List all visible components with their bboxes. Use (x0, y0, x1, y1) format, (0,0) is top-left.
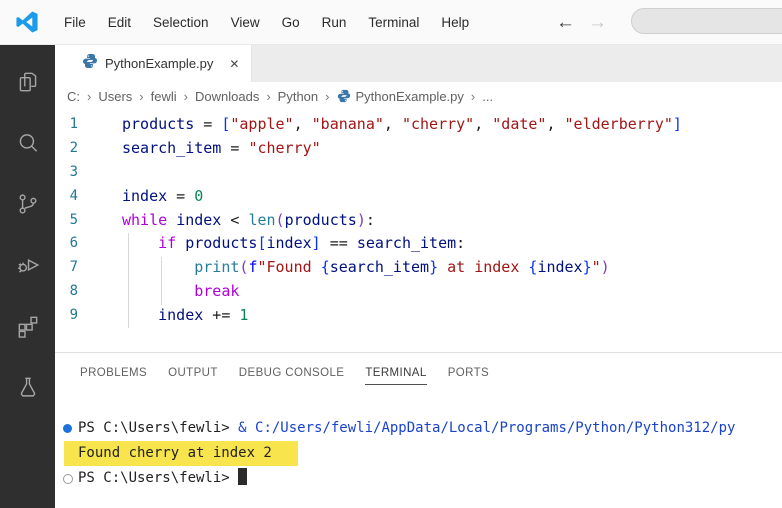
line-number: 8 (69, 283, 78, 300)
panel-tabs: PROBLEMS OUTPUT DEBUG CONSOLE TERMINAL PORTS (55, 353, 782, 385)
terminal-line: PS C:\Users\fewli> (55, 466, 782, 491)
breadcrumb-item[interactable]: C: (67, 89, 80, 104)
line-number: 3 (69, 163, 78, 180)
code-line: 3 (55, 161, 782, 185)
forward-arrow-icon[interactable]: → (588, 12, 607, 34)
panel-tab-problems[interactable]: PROBLEMS (80, 367, 147, 385)
line-number: 4 (69, 187, 78, 204)
menu-run[interactable]: Run (311, 10, 358, 35)
explorer-icon[interactable] (0, 51, 55, 112)
code-line: 5 while index < len(products): (55, 209, 782, 233)
code-line: 1 products = ["apple", "banana", "cherry"… (55, 113, 782, 137)
close-icon[interactable]: ✕ (229, 57, 239, 71)
panel-tab-output[interactable]: OUTPUT (168, 367, 218, 385)
code-line: 8 break (55, 280, 782, 304)
command-decoration-hollow[interactable] (63, 474, 73, 484)
chevron-right-icon: › (139, 88, 144, 104)
history-nav: ← → (556, 0, 607, 45)
terminal-line: Found cherry at index 2 (55, 441, 782, 466)
menu-bar: File Edit Selection View Go Run Terminal Help (53, 10, 480, 35)
command-decoration-filled[interactable] (63, 424, 72, 433)
activity-bar (0, 45, 55, 508)
breadcrumb-label: Python (277, 88, 319, 104)
menu-selection[interactable]: Selection (142, 10, 220, 35)
code-text: while index < len(products): (122, 210, 375, 229)
code-line: 6 if products[index] == search_item: (55, 232, 782, 256)
menu-view[interactable]: View (220, 10, 271, 35)
line-number: 9 (69, 307, 78, 324)
breadcrumb-label: fewli (150, 88, 177, 104)
breadcrumb-item[interactable]: Python (278, 89, 318, 104)
menu-file[interactable]: File (53, 10, 97, 35)
code-text: search_item = "cherry" (122, 138, 321, 157)
code-line: 4 index = 0 (55, 185, 782, 209)
vscode-logo-icon (16, 11, 38, 33)
breadcrumb-label: Downloads (195, 88, 260, 104)
breadcrumb: C: › Users › fewli › Downloads › Python › PythonE… (55, 82, 782, 110)
run-debug-icon[interactable] (0, 234, 55, 295)
python-icon (337, 89, 350, 103)
chevron-right-icon: › (87, 88, 92, 104)
indent-guide (161, 257, 162, 305)
breadcrumb-item[interactable]: PythonExample.py (337, 89, 464, 104)
code-text: index += 1 (158, 306, 249, 325)
line-number: 2 (69, 139, 78, 156)
menu-go[interactable]: Go (271, 10, 311, 35)
line-number: 1 (69, 116, 78, 132)
line-number: 6 (69, 235, 78, 252)
breadcrumb-item[interactable]: ... (482, 89, 493, 104)
code-line: 2 search_item = "cherry" (55, 137, 782, 161)
terminal[interactable]: PS C:\Users\fewli> & C:/Users/fewli/AppD… (55, 416, 782, 508)
terminal-cursor (238, 468, 248, 485)
tab-label: PythonExample.py (105, 56, 214, 71)
highlighted-output: Found cherry at index 2 (64, 441, 298, 466)
line-number: 7 (69, 259, 78, 276)
chevron-right-icon: › (183, 88, 188, 104)
menu-help[interactable]: Help (430, 10, 480, 35)
breadcrumb-label: C: (67, 88, 80, 104)
code-line: 7 print(f"Found {search_item} at index {… (55, 256, 782, 280)
breadcrumb-item[interactable]: Users (98, 89, 132, 104)
chevron-right-icon: › (470, 88, 476, 104)
code-text: if products[index] == search_item: (158, 234, 466, 253)
menu-terminal[interactable]: Terminal (357, 10, 430, 35)
python-icon (82, 53, 98, 74)
back-arrow-icon[interactable]: ← (556, 12, 575, 34)
terminal-line: PS C:\Users\fewli> & C:/Users/fewli/AppD… (55, 416, 782, 441)
chevron-right-icon: › (325, 88, 330, 104)
extensions-icon[interactable] (0, 295, 55, 356)
search-icon[interactable] (0, 112, 55, 173)
source-control-icon[interactable] (0, 173, 55, 234)
code-text: products = ["apple", "banana", "cherry",… (122, 115, 682, 133)
breadcrumb-label: Users (98, 88, 133, 104)
command-search-box[interactable] (631, 8, 782, 34)
panel-tab-debug-console[interactable]: DEBUG CONSOLE (239, 367, 345, 385)
bottom-panel: PROBLEMS OUTPUT DEBUG CONSOLE TERMINAL PORTS… (55, 352, 782, 508)
code-text: print(f"Found {search_item} at index {in… (194, 258, 610, 277)
editor-tab-strip: PythonExample.py ✕ (55, 45, 782, 82)
title-bar: File Edit Selection View Go Run Terminal Help ←… (0, 0, 782, 45)
panel-tab-terminal[interactable]: TERMINAL (365, 367, 427, 385)
code-line: 9 index += 1 (55, 304, 782, 328)
code-text: break (194, 282, 240, 301)
breadcrumb-label: ... (482, 88, 494, 104)
line-number: 5 (69, 211, 78, 228)
breadcrumb-item[interactable]: Downloads (195, 89, 259, 104)
menu-edit[interactable]: Edit (97, 10, 142, 35)
chevron-right-icon: › (266, 88, 271, 104)
breadcrumb-label: PythonExample.py (355, 88, 464, 104)
tab-pythonexample[interactable]: PythonExample.py ✕ (55, 45, 253, 82)
panel-tab-ports[interactable]: PORTS (448, 367, 489, 385)
breadcrumb-item[interactable]: fewli (151, 89, 177, 104)
indent-guide (128, 233, 129, 328)
code-text: index = 0 (122, 186, 204, 205)
code-editor[interactable]: 1 products = ["apple", "banana", "cherry"… (55, 110, 782, 352)
testing-icon[interactable] (0, 356, 55, 417)
